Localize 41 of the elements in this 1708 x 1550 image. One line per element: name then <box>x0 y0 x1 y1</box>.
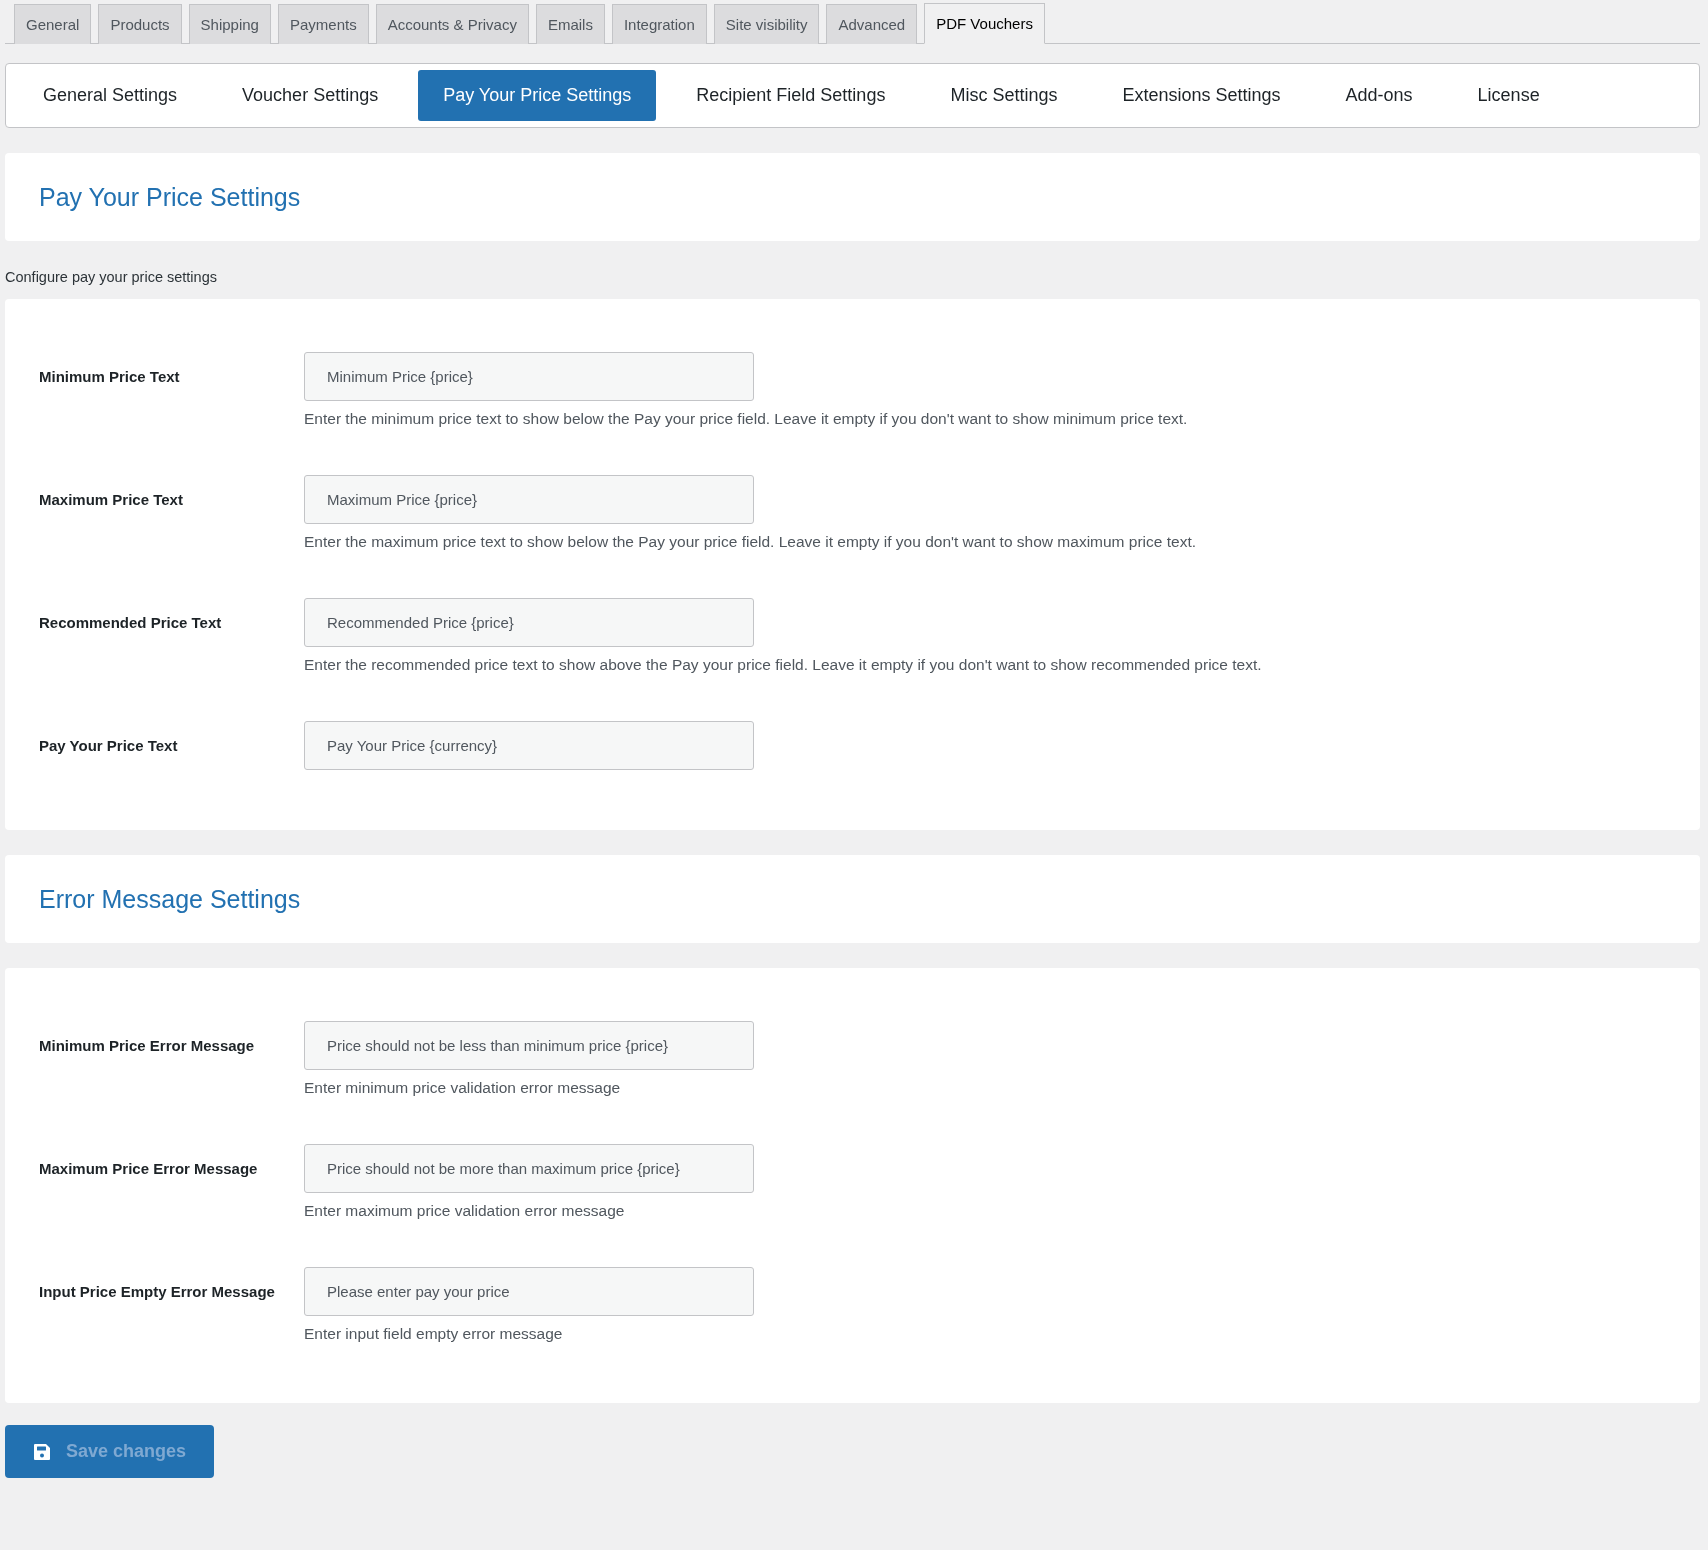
settings-tab[interactable]: PDF Vouchers <box>924 3 1045 44</box>
settings-tab[interactable]: Advanced <box>826 4 918 44</box>
settings-tab[interactable]: Integration <box>611 4 707 44</box>
text-field[interactable]: Please enter pay your price <box>304 1267 754 1316</box>
text-field[interactable]: Price should not be less than minimum price {price} <box>304 1021 754 1070</box>
field-label: Input Price Empty Error Message <box>39 1282 276 1302</box>
text-field[interactable]: Price should not be more than maximum price {price} <box>304 1144 754 1193</box>
field-help-text: Enter the maximum price text to show below the Pay your price field. Leave it empty if you don't want to show maximum price text. <box>304 533 1196 551</box>
section-title: Pay Your Price Settings <box>39 182 301 212</box>
field-help-text: Enter the recommended price text to show above the Pay your price field. Leave it empty if you don't want to show recommended price text. <box>304 656 1262 674</box>
section-title: Error Message Settings <box>39 884 301 914</box>
subsettings-tab[interactable]: Pay Your Price Settings <box>418 70 657 121</box>
subsettings-tab[interactable]: Misc Settings <box>925 70 1083 121</box>
field-label: Recommended Price Text <box>39 613 223 633</box>
settings-tab[interactable]: Shipping <box>188 4 271 44</box>
subsettings-tab[interactable]: Extensions Settings <box>1097 70 1306 121</box>
subsettings-tab[interactable]: Add-ons <box>1320 70 1438 121</box>
text-field[interactable]: Recommended Price {price} <box>304 598 754 647</box>
section-description: Configure pay your price settings <box>5 269 218 285</box>
field-label: Maximum Price Error Message <box>39 1159 259 1179</box>
settings-tab[interactable]: Accounts & Privacy <box>375 4 529 44</box>
settings-tab[interactable]: Emails <box>535 4 605 44</box>
text-field[interactable]: Pay Your Price {currency} <box>304 721 754 770</box>
subsettings-tab[interactable]: Recipient Field Settings <box>671 70 911 121</box>
text-field[interactable]: Minimum Price {price} <box>304 352 754 401</box>
settings-tab[interactable]: Products <box>98 4 182 44</box>
settings-tab[interactable]: Site visibility <box>713 4 820 44</box>
subsettings-tab[interactable]: License <box>1452 70 1565 121</box>
field-label: Pay Your Price Text <box>39 736 179 756</box>
subsettings-tab[interactable]: General Settings <box>18 70 203 121</box>
field-label: Minimum Price Error Message <box>39 1036 256 1056</box>
field-help-text: Enter minimum price validation error message <box>304 1079 622 1097</box>
field-help-text: Enter input field empty error message <box>304 1325 564 1343</box>
settings-tab[interactable]: Payments <box>277 4 369 44</box>
field-help-text: Enter the minimum price text to show below the Pay your price field. Leave it empty if you don't want to show minimum price text. <box>304 410 1188 428</box>
text-field[interactable]: Maximum Price {price} <box>304 475 754 524</box>
field-label: Minimum Price Text <box>39 367 181 387</box>
field-help-text: Enter maximum price validation error message <box>304 1202 626 1220</box>
field-label: Maximum Price Text <box>39 490 184 510</box>
settings-tab[interactable]: General <box>14 4 92 44</box>
subsettings-tab[interactable]: Voucher Settings <box>217 70 404 121</box>
